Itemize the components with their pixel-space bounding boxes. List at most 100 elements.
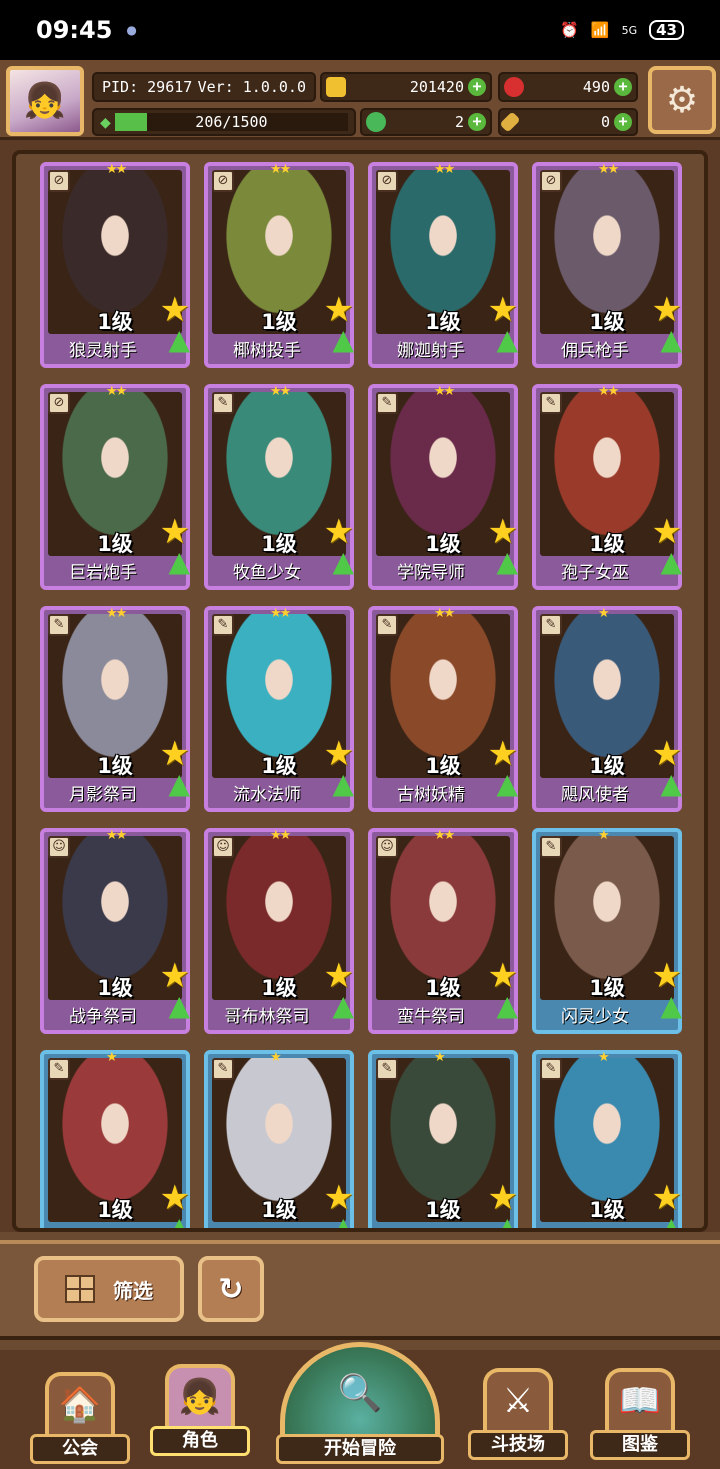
upgrade-arrow-icon: ▲	[660, 767, 682, 800]
refresh-button[interactable]: ↻	[198, 1256, 264, 1322]
character-grid: ⊘ ★★ 1级 ★ ▲ 狼灵射手 ⊘ ★★ 1级 ★ ▲ 椰树投手 ⊘ ★★ 1级 ★ ▲ 娜迦射手 ⊘ ★★ 1级 ★ ▲…	[12, 150, 708, 1232]
rank-stars: ★★	[434, 162, 455, 177]
character-card[interactable]: ✎ ★★ 1级 ★ ▲ 学院导师	[368, 384, 518, 590]
class-badge-icon: ⊘	[48, 392, 70, 414]
player-info-panel: PID: 29617 Ver: 1.0.0.0	[92, 72, 316, 102]
rank-stars: ★★	[598, 162, 619, 177]
character-card[interactable]: ✎★1级★▲狼灵战士	[40, 1050, 190, 1228]
rank-stars: ★★	[434, 384, 455, 399]
class-badge-icon: ☺	[376, 836, 398, 858]
upgrade-arrow-icon: ▲	[660, 1211, 682, 1232]
add-clover-button[interactable]: +	[468, 113, 486, 131]
class-badge-icon: ✎	[212, 392, 234, 414]
character-card[interactable]: ✎★1级★▲银鳞守卫	[532, 1050, 682, 1232]
character-name: 月影祭司	[69, 785, 137, 805]
rank-stars: ★	[270, 1050, 282, 1065]
upgrade-arrow-icon: ▲	[332, 1211, 354, 1232]
class-badge-icon: ✎	[376, 392, 398, 414]
character-icon: 👧	[165, 1364, 235, 1426]
character-card[interactable]: ✎ ★★ 1级 ★ ▲ 古树妖精	[368, 606, 518, 812]
character-name: 战争祭司	[69, 1007, 137, 1027]
refresh-icon: ↻	[218, 1271, 244, 1307]
add-key-button[interactable]: +	[614, 113, 632, 131]
character-card[interactable]: ✎ ★★ 1级 ★ ▲ 月影祭司	[40, 606, 190, 812]
world-map-icon: 🔍	[280, 1342, 440, 1438]
class-badge-icon: ✎	[376, 614, 398, 636]
character-card[interactable]: ☺ ★★ 1级 ★ ▲ 战争祭司	[40, 828, 190, 1034]
character-card[interactable]: ☺ ★★ 1级 ★ ▲ 蛮牛祭司	[368, 828, 518, 1034]
nav-tab-codex[interactable]: 📖 图鉴	[590, 1368, 690, 1460]
character-card[interactable]: ⊘ ★★ 1级 ★ ▲ 狼灵射手	[40, 162, 190, 368]
character-name: 娜迦射手	[397, 341, 465, 361]
exp-track: 206/1500	[114, 113, 348, 131]
rank-stars: ★★	[106, 162, 127, 177]
character-card[interactable]: ⊘ ★★ 1级 ★ ▲ 佣兵枪手	[532, 162, 682, 368]
nav-tab-character[interactable]: 👧 角色	[150, 1364, 250, 1456]
rank-stars: ★★	[434, 606, 455, 621]
character-name: 学院导师	[397, 563, 465, 583]
clock: 09:45	[36, 16, 113, 44]
rank-stars: ★★	[270, 384, 291, 399]
add-gem-button[interactable]: +	[614, 78, 632, 96]
class-badge-icon: ⊘	[48, 170, 70, 192]
rank-stars: ★★	[434, 828, 455, 843]
character-card[interactable]: ⊘ ★★ 1级 ★ ▲ 巨岩炮手	[40, 384, 190, 590]
nav-tab-arena[interactable]: ⚔ 斗技场	[468, 1368, 568, 1460]
class-badge-icon: ✎	[376, 1058, 398, 1080]
character-name: 闪灵少女	[561, 1007, 629, 1027]
character-card[interactable]: ✎★1级★▲哥布林战士	[368, 1050, 518, 1228]
character-card[interactable]: ⊘ ★★ 1级 ★ ▲ 椰树投手	[204, 162, 354, 368]
upgrade-arrow-icon: ▲	[496, 323, 518, 356]
class-badge-icon: ☺	[212, 836, 234, 858]
class-badge-icon: ⊘	[540, 170, 562, 192]
rank-stars: ★	[434, 1050, 446, 1065]
nav-tab-guild[interactable]: 🏠 公会	[30, 1372, 130, 1464]
alarm-icon: ⏰	[560, 21, 579, 39]
upgrade-arrow-icon: ▲	[660, 323, 682, 356]
grid-icon	[65, 1275, 95, 1303]
crossed-swords-icon: ⚔	[483, 1368, 553, 1430]
magnifier-icon: 🔍	[337, 1372, 383, 1414]
gem-panel: 490 +	[498, 72, 638, 102]
settings-gear-button[interactable]: ⚙	[648, 66, 716, 134]
character-card[interactable]: ✎★1级★▲狼灵战士	[204, 1050, 354, 1232]
network-label: 5G	[621, 23, 638, 37]
rank-stars: ★★	[598, 384, 619, 399]
ruby-icon	[504, 77, 524, 97]
rank-stars: ★★	[106, 606, 127, 621]
rank-stars: ★★	[270, 606, 291, 621]
character-card[interactable]: ✎ ★★ 1级 ★ ▲ 流水法师	[204, 606, 354, 812]
character-card[interactable]: ✎ ★★ 1级 ★ ▲ 牧鱼少女	[204, 384, 354, 590]
upgrade-arrow-icon: ▲	[660, 989, 682, 1022]
nav-label: 角色	[150, 1426, 250, 1456]
class-badge-icon: ✎	[540, 836, 562, 858]
upgrade-arrow-icon: ▲	[496, 545, 518, 578]
class-badge-icon: ⊘	[376, 170, 398, 192]
class-badge-icon: ✎	[48, 614, 70, 636]
character-name: 流水法师	[233, 785, 301, 805]
exp-bar: ◆ 206/1500	[92, 108, 356, 136]
add-gold-button[interactable]: +	[468, 78, 486, 96]
filter-label: 筛选	[113, 1278, 153, 1303]
character-card[interactable]: ✎ ★★ 1级 ★ ▲ 孢子女巫	[532, 384, 682, 590]
class-badge-icon: ✎	[540, 614, 562, 636]
leaf-icon: ◆	[100, 111, 111, 133]
character-card[interactable]: ✎ ★ 1级 ★ ▲ 闪灵少女	[532, 828, 682, 1034]
character-card[interactable]: ☺ ★★ 1级 ★ ▲ 哥布林祭司	[204, 828, 354, 1034]
upgrade-arrow-icon: ▲	[168, 767, 190, 800]
filter-button[interactable]: 筛选	[34, 1256, 184, 1322]
nav-label: 开始冒险	[276, 1434, 444, 1464]
gem-value: 490	[582, 78, 610, 96]
upgrade-arrow-icon: ▲	[660, 545, 682, 578]
key-icon	[499, 111, 521, 133]
character-name: 孢子女巫	[561, 563, 629, 583]
rank-stars: ★	[598, 606, 610, 621]
clover-panel: 2 +	[360, 108, 492, 136]
start-adventure-button[interactable]: 🔍 开始冒险	[276, 1342, 444, 1469]
character-card[interactable]: ⊘ ★★ 1级 ★ ▲ 娜迦射手	[368, 162, 518, 368]
player-avatar[interactable]: 👧	[6, 66, 84, 136]
class-badge-icon: ✎	[48, 1058, 70, 1080]
character-card[interactable]: ✎ ★ 1级 ★ ▲ 飓风使者	[532, 606, 682, 812]
status-bar: 09:45 ● ⏰ 📶 5G 43	[0, 0, 720, 60]
character-name: 哥布林祭司	[224, 1007, 310, 1027]
